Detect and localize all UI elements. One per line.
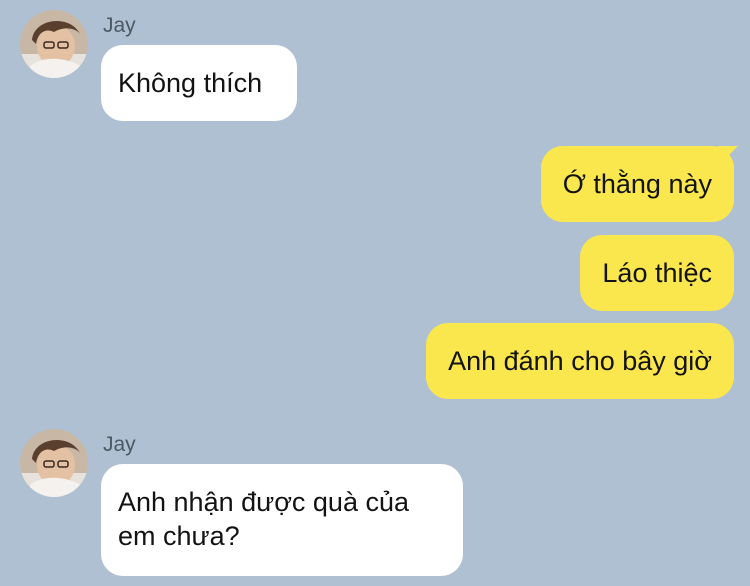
sender-name: Jay: [103, 14, 136, 37]
incoming-message-bubble[interactable]: Không thích: [101, 45, 297, 121]
avatar-photo: [20, 10, 88, 78]
message-text: Anh đánh cho bây giờ: [448, 346, 712, 376]
message-text: Láo thiệc: [602, 258, 712, 288]
message-text: Ớ thằng này: [562, 169, 712, 199]
message-text: Không thích: [118, 68, 263, 98]
message-text-line: em chưa?: [118, 521, 240, 551]
sender-avatar[interactable]: [20, 429, 88, 497]
outgoing-message-bubble[interactable]: Anh đánh cho bây giờ: [426, 323, 734, 399]
message-text-line: Anh nhận được quà của: [118, 487, 409, 517]
outgoing-message-bubble[interactable]: Ớ thằng này: [540, 146, 734, 222]
bubble-tail-icon: [718, 146, 738, 160]
outgoing-message-bubble[interactable]: Láo thiệc: [580, 235, 734, 311]
sender-name: Jay: [103, 433, 136, 456]
sender-avatar[interactable]: [20, 10, 88, 78]
incoming-message-bubble[interactable]: Anh nhận được quà của em chưa?: [101, 464, 463, 576]
avatar-photo: [20, 429, 88, 497]
